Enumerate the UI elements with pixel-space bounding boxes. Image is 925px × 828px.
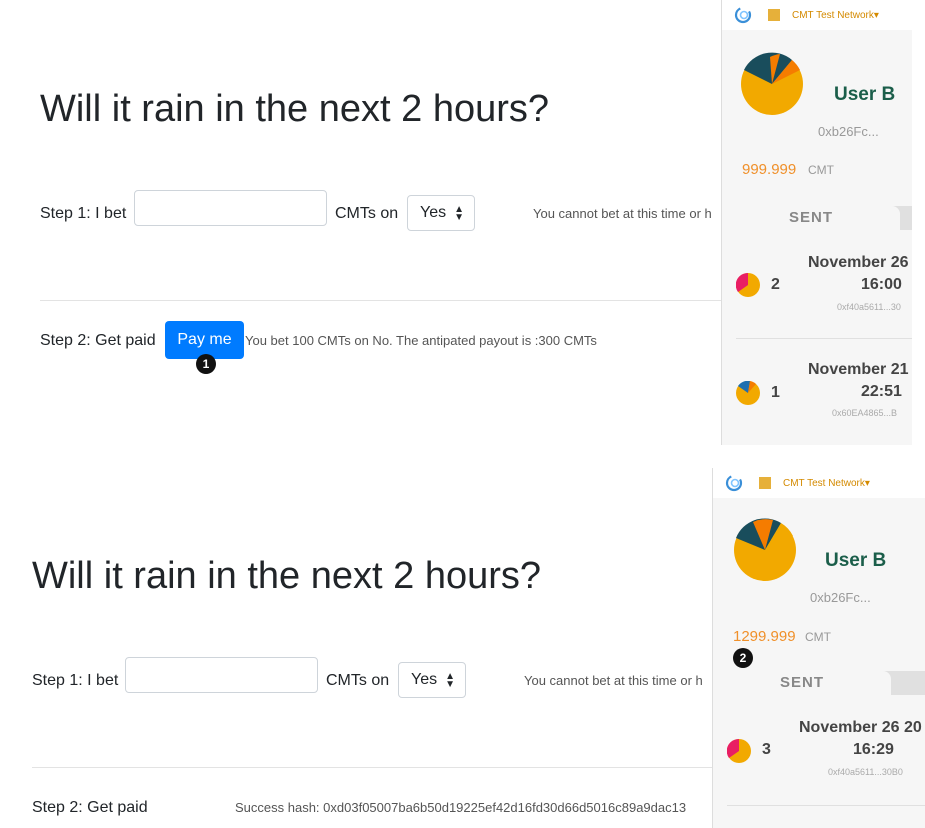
page-title: Will it rain in the next 2 hours? (32, 555, 542, 597)
balance-currency: CMT (808, 163, 834, 177)
cmt-logo-icon (725, 474, 743, 492)
account-avatar (734, 518, 796, 581)
tx-avatar-icon (736, 381, 760, 405)
bet-info-text: You bet 100 CMTs on No. The antipated pa… (245, 333, 597, 348)
outcome-select-value: Yes (420, 204, 447, 221)
tx-address: 0xf40a5611...30B0 (828, 767, 903, 777)
bet-amount-input[interactable] (134, 190, 327, 226)
network-color-icon (768, 9, 780, 21)
cmts-on-label: CMTs on (335, 205, 399, 222)
outcome-select[interactable]: Yes ▲ ▼ (407, 195, 475, 231)
cannot-bet-note: You cannot bet at this time or h (524, 673, 703, 688)
wallet-popup: CMT Test Network▾ User B 0xb26Fc... 999.… (721, 0, 912, 445)
network-selector[interactable]: CMT Test Network▾ (792, 10, 879, 21)
select-arrows-icon: ▲ ▼ (445, 671, 455, 690)
tx-time: 16:00 (861, 276, 902, 293)
cmts-on-label: CMTs on (326, 672, 390, 689)
tx-count: 3 (762, 741, 771, 758)
success-hash-text: Success hash: 0xd03f05007ba6b50d19225ef4… (235, 800, 687, 815)
cmt-logo-icon (734, 6, 752, 24)
wallet-header: CMT Test Network▾ (722, 0, 912, 30)
account-name: User B (825, 550, 887, 571)
tx-time: 16:29 (853, 741, 894, 758)
tx-count: 2 (771, 276, 780, 293)
tx-time: 22:51 (861, 383, 902, 400)
divider (40, 300, 740, 301)
account-address: 0xb26Fc... (810, 590, 871, 605)
tx-count: 1 (771, 384, 780, 401)
tx-date: November 21 (808, 361, 909, 378)
network-color-icon (759, 477, 771, 489)
step1-label: Step 1: I bet (32, 672, 119, 689)
select-arrows-icon: ▲ ▼ (454, 204, 464, 223)
tx-avatar-icon (736, 273, 760, 297)
page-title: Will it rain in the next 2 hours? (40, 88, 550, 130)
tx-item[interactable]: 3 November 26 20 16:29 0xf40a5611...30B0 (727, 695, 925, 806)
divider (32, 767, 722, 768)
network-selector[interactable]: CMT Test Network▾ (783, 478, 870, 489)
top-panel: Will it rain in the next 2 hours? Step 1… (0, 0, 925, 445)
tx-date: November 26 20 (799, 719, 922, 736)
account-balance: 999.999 (742, 161, 797, 178)
step-badge-2: 2 (733, 648, 753, 668)
tab-sent[interactable]: SENT (713, 671, 891, 695)
tx-item[interactable]: 2 November 26 16:00 0xf40a5611...30 (736, 230, 912, 339)
step2-label: Step 2: Get paid (32, 799, 148, 816)
tx-item[interactable]: 1 November 21 22:51 0x60EA4865...B (736, 340, 912, 445)
account-avatar (741, 52, 803, 115)
tab-sent[interactable]: SENT (722, 206, 900, 230)
tx-address: 0xf40a5611...30 (837, 302, 901, 312)
wallet-header: CMT Test Network▾ (713, 468, 925, 498)
step-badge-1: 1 (196, 354, 216, 374)
account-balance: 1299.999 (733, 628, 796, 645)
balance-currency: CMT (805, 630, 831, 644)
bottom-panel: Will it rain in the next 2 hours? Step 1… (0, 445, 925, 828)
cannot-bet-note: You cannot bet at this time or h (533, 206, 712, 221)
step1-label: Step 1: I bet (40, 205, 127, 222)
wallet-popup: CMT Test Network▾ User B 0xb26Fc... 1299… (712, 468, 925, 828)
bet-amount-input[interactable] (125, 657, 318, 693)
account-name: User B (834, 84, 896, 105)
outcome-select-value: Yes (411, 671, 438, 688)
step2-label: Step 2: Get paid (40, 332, 156, 349)
outcome-select[interactable]: Yes ▲ ▼ (398, 662, 466, 698)
tx-avatar-icon (727, 739, 751, 763)
tx-date: November 26 (808, 254, 909, 271)
tx-address: 0x60EA4865...B (832, 408, 898, 418)
account-address: 0xb26Fc... (818, 124, 879, 139)
